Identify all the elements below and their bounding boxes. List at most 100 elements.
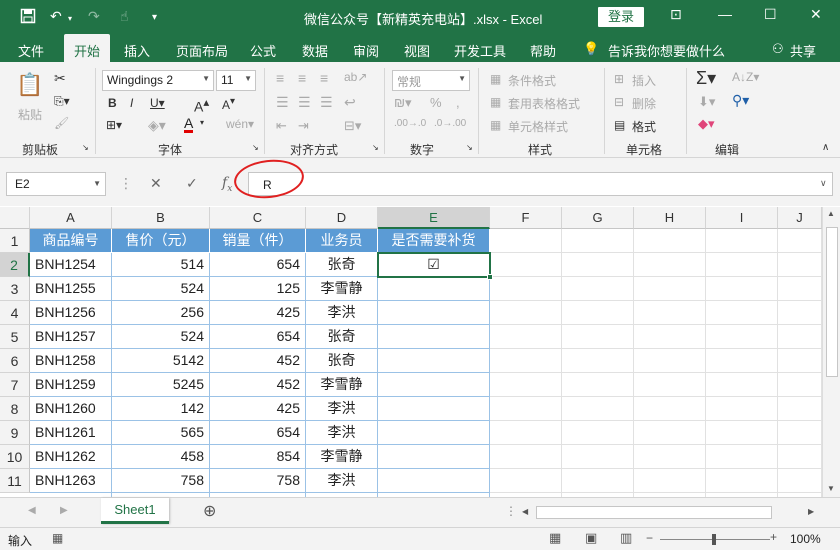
tab-split-handle-icon[interactable]: ⋮ (505, 504, 517, 518)
formula-bar-handle-icon[interactable]: ⋮ (119, 175, 133, 192)
grid-cell[interactable] (490, 349, 562, 373)
grid-cell[interactable] (562, 421, 634, 445)
grid-cell[interactable] (706, 469, 778, 493)
cell-styles-icon[interactable]: ▦ (490, 118, 501, 132)
zoom-level[interactable]: 100% (790, 532, 821, 546)
table-cell[interactable]: 458 (112, 445, 210, 469)
tab-view[interactable]: 视图 (404, 41, 430, 60)
undo-icon[interactable]: ↶ (50, 8, 62, 25)
table-cell[interactable]: 524 (112, 277, 210, 301)
underline-icon[interactable]: U▾ (150, 96, 165, 110)
grid-cell[interactable] (562, 349, 634, 373)
table-cell[interactable]: 张奇 (306, 349, 378, 373)
sort-filter-icon[interactable]: A↓Z▾ (732, 70, 759, 84)
table-cell[interactable]: 125 (210, 277, 306, 301)
decrease-decimal-icon[interactable]: .0→.00 (434, 118, 466, 129)
table-cell[interactable]: 425 (210, 301, 306, 325)
column-header-d[interactable]: D (306, 207, 378, 229)
minimize-icon[interactable]: — (718, 6, 732, 22)
grid-cell[interactable] (490, 301, 562, 325)
save-icon[interactable] (20, 8, 36, 27)
grid-cell[interactable] (706, 229, 778, 253)
table-cell[interactable]: 854 (210, 445, 306, 469)
table-cell[interactable]: 654 (210, 421, 306, 445)
row-header-7[interactable]: 7 (0, 373, 30, 397)
header-product-id[interactable]: 商品编号 (30, 229, 112, 253)
grid-cell[interactable] (634, 397, 706, 421)
grid-cell[interactable] (778, 253, 822, 277)
grid-cell[interactable] (778, 349, 822, 373)
insert-cells-icon[interactable]: ⊞ (614, 72, 624, 86)
table-cell[interactable]: 李雪静 (306, 373, 378, 397)
conditional-format-button[interactable]: 条件格式 (508, 72, 556, 89)
grid-cell[interactable] (562, 445, 634, 469)
table-cell[interactable]: 5245 (112, 373, 210, 397)
table-cell[interactable]: 5142 (112, 349, 210, 373)
signin-button[interactable]: 登录 (598, 7, 644, 27)
grid-cell[interactable] (706, 301, 778, 325)
grid-cell[interactable] (490, 229, 562, 253)
paste-icon[interactable]: 📋 (16, 72, 43, 98)
expand-formula-bar-icon[interactable]: ∨ (820, 178, 827, 189)
format-as-table-button[interactable]: 套用表格格式 (508, 95, 580, 112)
table-cell[interactable] (378, 301, 490, 325)
row-header-2[interactable]: 2 (0, 253, 30, 277)
increase-decimal-icon[interactable]: .00→.0 (394, 118, 426, 129)
clipboard-launcher-icon[interactable]: ↘ (82, 143, 89, 152)
grid-cell[interactable] (562, 397, 634, 421)
accounting-format-icon[interactable]: ₪▾ (394, 95, 412, 111)
grid-cell[interactable] (706, 349, 778, 373)
format-cells-icon[interactable]: ▤ (614, 118, 625, 132)
table-cell[interactable]: BNH1260 (30, 397, 112, 421)
table-cell[interactable]: BNH1263 (30, 469, 112, 493)
grid-cell[interactable] (778, 445, 822, 469)
tell-me-box[interactable]: 告诉我你想要做什么 (608, 41, 725, 60)
grid-cell[interactable] (778, 229, 822, 253)
bold-icon[interactable]: B (108, 96, 117, 110)
row-header-4[interactable]: 4 (0, 301, 30, 325)
font-size-select[interactable]: 11 ▼ (216, 70, 256, 91)
scroll-left-icon[interactable]: ◀ (522, 507, 528, 516)
font-launcher-icon[interactable]: ↘ (252, 143, 259, 152)
wrap-text-icon[interactable]: ↩ (344, 94, 356, 111)
table-cell[interactable]: 654 (210, 325, 306, 349)
row-header-1[interactable]: 1 (0, 229, 30, 253)
table-cell[interactable]: 李洪 (306, 421, 378, 445)
grid-cell[interactable] (562, 373, 634, 397)
tab-review[interactable]: 审阅 (353, 41, 379, 60)
select-all-corner[interactable] (0, 207, 30, 229)
table-cell[interactable]: 452 (210, 373, 306, 397)
grid-cell[interactable] (778, 397, 822, 421)
align-middle-icon[interactable]: ≡ (298, 70, 306, 86)
row-header-6[interactable]: 6 (0, 349, 30, 373)
grid-cell[interactable] (634, 277, 706, 301)
collapse-ribbon-icon[interactable]: ∧ (822, 142, 829, 153)
cell-styles-button[interactable]: 单元格样式 (508, 118, 568, 135)
row-header-3[interactable]: 3 (0, 277, 30, 301)
table-cell[interactable]: 李洪 (306, 397, 378, 421)
comma-style-icon[interactable]: , (456, 95, 460, 110)
sheet-tab-sheet1[interactable]: Sheet1 (101, 498, 169, 524)
table-cell[interactable] (378, 469, 490, 493)
customize-qat-icon[interactable]: ▾ (152, 12, 157, 23)
header-price[interactable]: 售价（元） (112, 229, 210, 253)
horizontal-scroll-thumb[interactable] (536, 506, 772, 519)
table-cell[interactable]: 142 (112, 397, 210, 421)
page-break-view-icon[interactable]: ▥ (620, 530, 632, 546)
zoom-slider-thumb[interactable] (712, 534, 716, 545)
table-cell[interactable]: 李洪 (306, 301, 378, 325)
number-launcher-icon[interactable]: ↘ (466, 143, 473, 152)
grid-cell[interactable] (706, 277, 778, 301)
column-header-g[interactable]: G (562, 207, 634, 229)
scroll-right-icon[interactable]: ▶ (808, 507, 814, 516)
touch-mode-icon[interactable]: ☝ (120, 8, 129, 25)
phonetic-icon[interactable]: wén▾ (226, 117, 254, 131)
orientation-icon[interactable]: ab↗ (344, 70, 367, 84)
insert-function-icon[interactable]: fx (222, 175, 232, 194)
font-name-select[interactable]: Wingdings 2 ▼ (102, 70, 214, 91)
table-cell[interactable]: 425 (210, 397, 306, 421)
clear-icon[interactable]: ◆▾ (698, 116, 715, 132)
fill-color-icon[interactable]: ◈▾ (148, 117, 166, 134)
table-cell[interactable]: 514 (112, 253, 210, 277)
align-center-icon[interactable]: ☰ (298, 94, 311, 111)
